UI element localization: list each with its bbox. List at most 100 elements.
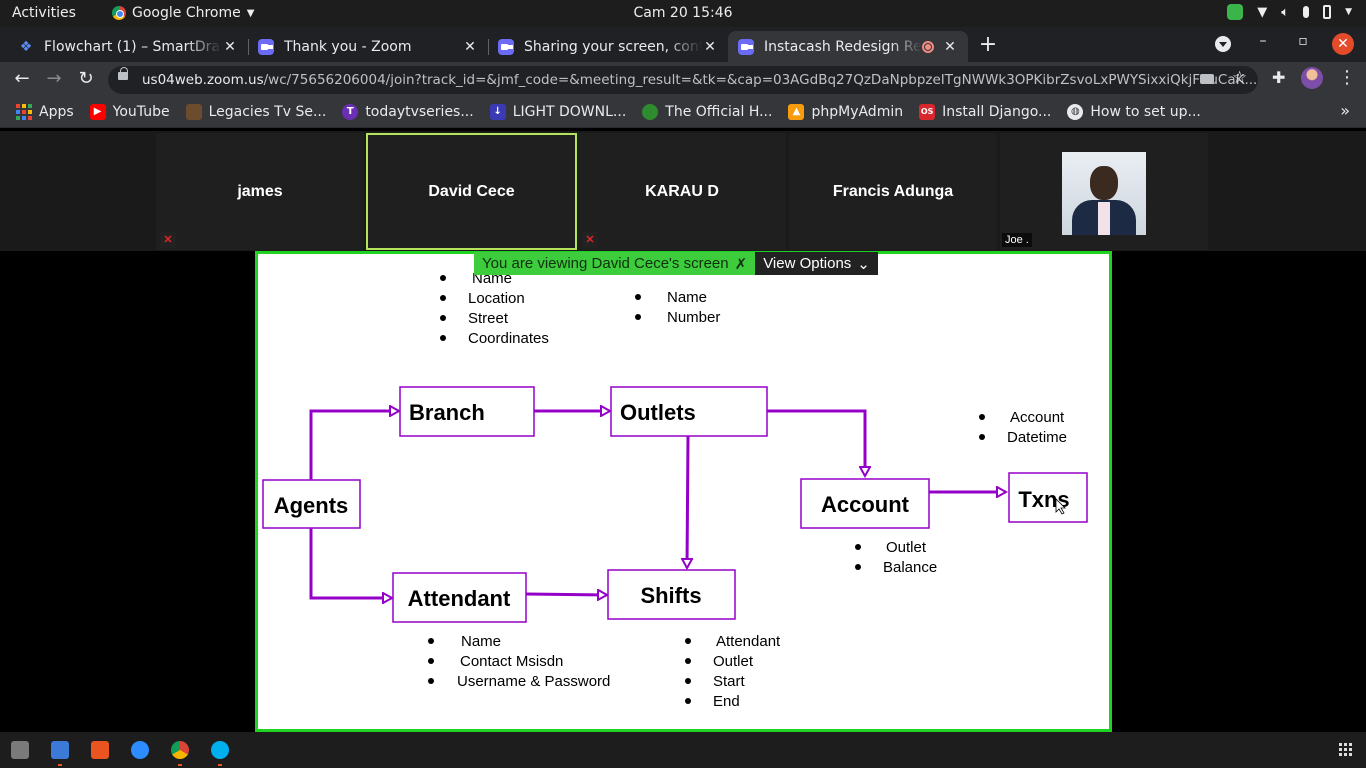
participant-tile[interactable]: james ✕ <box>156 133 364 250</box>
bookmark-light-download[interactable]: ↓ LIGHT DOWNL... <box>489 104 626 120</box>
tab-title: Flowchart (1) – SmartDraw <box>44 38 222 55</box>
address-bar[interactable]: us04web.zoom.us/wc/75656206004/join?trac… <box>108 66 1258 94</box>
viewing-screen-notice: You are viewing David Cece's screen ✗ <box>474 252 756 275</box>
bullet <box>440 315 446 321</box>
arrow-attendant-shifts <box>525 594 607 595</box>
skype-icon[interactable] <box>211 741 229 759</box>
participant-tile-active-speaker[interactable]: David Cece <box>366 133 577 250</box>
bookmark-youtube[interactable]: ▶ YouTube <box>89 104 170 120</box>
txn-field-list: Account Datetime <box>979 409 1067 446</box>
tab-smartdraw[interactable]: ❖ Flowchart (1) – SmartDraw ✕ <box>8 31 249 62</box>
tab-thank-you-zoom[interactable]: Thank you - Zoom ✕ <box>248 31 489 62</box>
more-bookmarks-icon[interactable]: » <box>1340 101 1350 120</box>
field-label: Outlet <box>713 653 754 670</box>
close-tab-icon[interactable]: ✕ <box>222 39 238 55</box>
tab-strip: ❖ Flowchart (1) – SmartDraw ✕ Thank you … <box>0 27 1366 62</box>
system-menu-chevron-icon[interactable]: ▼ <box>1345 7 1352 17</box>
bookmark-legacies[interactable]: Legacies Tv Se... <box>185 104 326 120</box>
volume-icon[interactable]: 🔈︎ <box>1281 5 1289 20</box>
bullet <box>685 638 691 644</box>
bookmark-label: todaytvseries... <box>365 104 474 120</box>
camera-icon[interactable] <box>1200 74 1214 84</box>
muted-mic-icon: ✕ <box>160 232 176 248</box>
participant-name: james <box>237 182 283 200</box>
participant-tile[interactable]: KARAU D ✕ <box>578 133 786 250</box>
field-label: Outlet <box>886 539 927 556</box>
field-label: Coordinates <box>468 330 549 347</box>
microphone-icon[interactable] <box>1303 6 1310 18</box>
dock <box>0 732 1366 768</box>
field-label: Street <box>468 310 509 327</box>
bookmark-official[interactable]: The Official H... <box>642 104 772 120</box>
reload-icon[interactable]: ↻ <box>74 68 98 89</box>
window-close-icon[interactable]: ✕ <box>1332 33 1354 55</box>
lock-icon[interactable] <box>118 67 128 80</box>
arrow-agents-branch <box>309 411 399 480</box>
battery-icon[interactable] <box>1323 5 1332 19</box>
participant-name: Francis Adunga <box>832 182 954 200</box>
update-shield-icon[interactable] <box>1227 4 1244 20</box>
bookmark-phpmyadmin[interactable]: ▲ phpMyAdmin <box>788 104 903 120</box>
app-menu[interactable]: Google Chrome ▼ <box>112 5 254 21</box>
recording-icon <box>922 40 934 53</box>
outlet-field-list: Name Number <box>635 289 720 326</box>
participant-name: David Cece <box>428 182 515 200</box>
chrome-icon <box>112 6 126 20</box>
tab-search-icon[interactable] <box>1215 36 1231 52</box>
wifi-icon[interactable]: ▼ <box>1257 5 1267 20</box>
bookmark-todaytvseries[interactable]: T todaytvseries... <box>342 104 474 120</box>
bookmark-star-icon[interactable]: ☆ <box>1232 68 1247 88</box>
text-editor-icon[interactable] <box>51 741 69 759</box>
show-applications-icon[interactable] <box>1339 743 1352 756</box>
bookmark-label: How to set up... <box>1090 104 1201 120</box>
node-agents: Agents <box>262 479 361 529</box>
bookmark-label: YouTube <box>112 104 170 120</box>
flowchart-nodes: Agents Branch Outlets Account Txns Atten… <box>262 386 1088 623</box>
bookmark-install-django[interactable]: OS Install Django... <box>919 104 1051 120</box>
node-shifts: Shifts <box>607 569 736 620</box>
participant-video <box>1062 152 1146 235</box>
chrome-menu-icon[interactable]: ⋮ <box>1338 67 1356 88</box>
tab-sharing-screen[interactable]: Sharing your screen, cont ✕ <box>488 31 728 62</box>
zoom-app-icon[interactable] <box>131 741 149 759</box>
maximize-icon[interactable]: ▫ <box>1291 33 1315 49</box>
url-path: /wc/75656206004/join?track_id=&jmf_code=… <box>263 72 1258 88</box>
chrome-icon[interactable] <box>171 741 189 759</box>
svg-text:Branch: Branch <box>409 400 485 425</box>
tab-instacash[interactable]: Instacash Redesign Re ✕ <box>728 31 968 62</box>
participant-name: KARAU D <box>645 182 719 200</box>
activities-button[interactable]: Activities <box>12 5 76 21</box>
software-icon[interactable] <box>91 741 109 759</box>
view-options-button[interactable]: View Options ⌄ <box>755 252 878 275</box>
field-label: Account <box>1010 409 1065 426</box>
bookmark-apps[interactable]: Apps <box>16 104 74 120</box>
participant-tile-video[interactable]: Joe . <box>1000 133 1208 250</box>
participant-tile[interactable]: Francis Adunga <box>789 133 997 250</box>
files-icon[interactable] <box>11 741 29 759</box>
field-label: Datetime <box>1007 429 1067 446</box>
back-icon[interactable]: ← <box>10 68 34 89</box>
close-tab-icon[interactable]: ✕ <box>942 39 958 55</box>
close-tab-icon[interactable]: ✕ <box>702 39 718 55</box>
new-tab-button[interactable]: + <box>978 32 998 57</box>
minimize-icon[interactable]: – <box>1251 33 1275 49</box>
os-icon: OS <box>919 104 936 120</box>
close-tab-icon[interactable]: ✕ <box>462 39 478 55</box>
node-account: Account <box>800 478 930 529</box>
field-label: Location <box>468 290 525 307</box>
system-tray[interactable]: ▼ 🔈︎ ▼ <box>1227 4 1352 20</box>
bullet <box>440 275 446 281</box>
svg-text:Shifts: Shifts <box>640 583 701 608</box>
zoom-icon <box>498 38 514 55</box>
shared-screen[interactable]: Name Location Street Coordinates Name Nu… <box>255 251 1112 732</box>
extensions-icon[interactable]: ✚ <box>1272 68 1285 87</box>
profile-avatar[interactable] <box>1301 67 1323 89</box>
bullet <box>428 678 434 684</box>
forward-icon[interactable]: → <box>42 68 66 89</box>
phpmyadmin-icon: ▲ <box>788 104 805 120</box>
download-icon: ↓ <box>489 104 506 120</box>
bookmark-how-to-set-up[interactable]: ◍ How to set up... <box>1067 104 1201 120</box>
youtube-icon: ▶ <box>89 104 106 120</box>
clock[interactable]: Cam 20 15:46 <box>633 5 732 21</box>
attendant-field-list: Name Contact Msisdn Username & Password <box>428 633 610 690</box>
